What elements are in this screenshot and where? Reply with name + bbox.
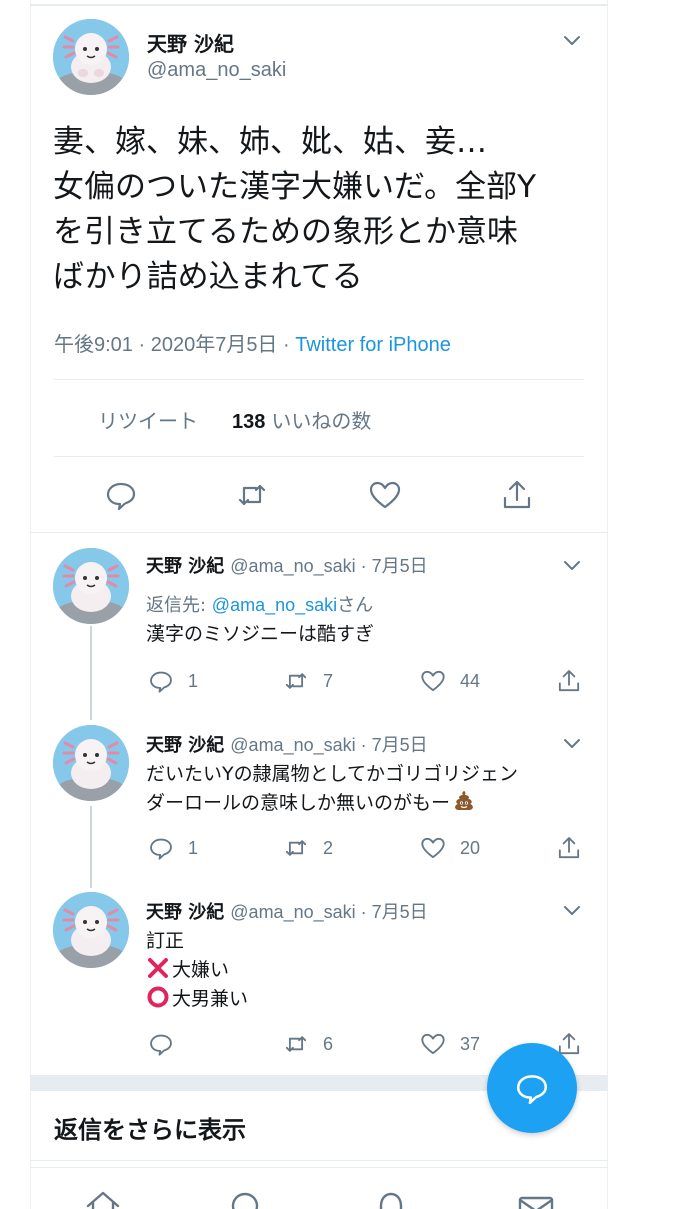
heart-icon[interactable] bbox=[420, 835, 446, 861]
retweet-action[interactable]: 7 bbox=[283, 668, 333, 694]
like-action[interactable]: 44 bbox=[420, 668, 480, 694]
heart-icon[interactable] bbox=[420, 1031, 446, 1057]
heart-icon[interactable] bbox=[420, 668, 446, 694]
retweet-icon[interactable] bbox=[283, 835, 309, 861]
reply-to: 返信先: @ama_no_sakiさん bbox=[146, 591, 373, 617]
author-name[interactable]: 天野 沙紀 bbox=[147, 28, 234, 57]
reply-avatar[interactable] bbox=[53, 892, 129, 968]
divider bbox=[30, 532, 608, 533]
retweet-icon[interactable] bbox=[235, 478, 269, 512]
pile-of-poo-icon bbox=[452, 789, 476, 813]
share-icon[interactable] bbox=[556, 668, 582, 694]
reply-author-name[interactable]: 天野 沙紀 bbox=[146, 735, 224, 756]
thread-connector bbox=[90, 806, 92, 888]
reply-meta[interactable]: @ama_no_saki · 7月5日 bbox=[230, 735, 427, 755]
divider bbox=[54, 456, 584, 457]
reply-text: 訂正 大嫌い 大男兼い bbox=[146, 927, 586, 1014]
reply-icon[interactable] bbox=[148, 835, 174, 861]
like-count: 20 bbox=[460, 837, 481, 858]
chevron-down-icon[interactable] bbox=[561, 732, 583, 754]
reply-meta[interactable]: @ama_no_saki · 7月5日 bbox=[230, 902, 427, 922]
search-icon[interactable] bbox=[226, 1188, 264, 1209]
top-divider bbox=[30, 4, 608, 6]
retweet-action[interactable]: 6 bbox=[283, 1031, 333, 1057]
share-icon[interactable] bbox=[500, 478, 534, 512]
reply-meta[interactable]: @ama_no_saki · 7月5日 bbox=[230, 556, 427, 576]
cross-mark-icon bbox=[146, 956, 170, 980]
reply-icon[interactable] bbox=[104, 478, 138, 512]
reply-icon[interactable] bbox=[148, 1031, 174, 1057]
reply-line-text: ダーロールの意味しか無いのがもー bbox=[146, 792, 451, 814]
show-more-replies-link[interactable]: 返信をさらに表示 bbox=[54, 1110, 246, 1145]
share-action[interactable] bbox=[556, 835, 582, 861]
circle-mark-icon bbox=[146, 985, 170, 1009]
likes-count[interactable]: 138 bbox=[232, 411, 265, 433]
reply-line-with-icon: 大男兼い bbox=[146, 985, 586, 1014]
share-icon[interactable] bbox=[556, 835, 582, 861]
reply-avatar[interactable] bbox=[53, 548, 129, 624]
retweets-label[interactable]: リツイート bbox=[98, 409, 198, 433]
retweet-count: 7 bbox=[323, 670, 334, 691]
share-action[interactable] bbox=[556, 668, 582, 694]
chevron-down-icon[interactable] bbox=[561, 899, 583, 921]
retweet-icon[interactable] bbox=[283, 1031, 309, 1057]
tweet-text: 妻、嫁、妹、姉、妣、姑、妾… 女偏のついた漢字大嫌いだ。全部Y を引き立てるため… bbox=[53, 124, 537, 295]
reply-action[interactable]: 1 bbox=[148, 668, 198, 694]
retweet-count: 2 bbox=[323, 837, 334, 858]
tab-bar-border bbox=[30, 1167, 608, 1168]
like-count: 44 bbox=[460, 670, 481, 691]
retweet-icon[interactable] bbox=[283, 668, 309, 694]
divider bbox=[54, 379, 584, 380]
reply-line-with-icon: 大嫌い bbox=[146, 956, 586, 985]
home-icon[interactable] bbox=[84, 1188, 122, 1209]
notifications-icon[interactable] bbox=[372, 1188, 410, 1209]
reply-to-handle[interactable]: @ama_no_saki bbox=[212, 595, 337, 615]
retweet-action[interactable]: 2 bbox=[283, 835, 333, 861]
compose-reply-button[interactable] bbox=[487, 1043, 577, 1133]
reply-line-with-emoji: ダーロールの意味しか無いのがもー bbox=[146, 789, 586, 818]
reply-text: だいたいYの隷属物としてかゴリゴリジェン ダーロールの意味しか無いのがもー bbox=[146, 760, 586, 818]
author-handle[interactable]: @ama_no_saki bbox=[147, 59, 286, 82]
reply-line-text: 大嫌い bbox=[172, 959, 230, 981]
reply-action[interactable]: 1 bbox=[148, 835, 198, 861]
reply-line: 訂正 bbox=[146, 930, 185, 952]
chevron-down-icon[interactable] bbox=[561, 554, 583, 576]
reply-author-name[interactable]: 天野 沙紀 bbox=[146, 902, 224, 923]
chevron-down-icon[interactable] bbox=[561, 29, 583, 51]
heart-icon[interactable] bbox=[368, 478, 402, 512]
reply-count: 1 bbox=[188, 670, 199, 691]
likes-label[interactable]: いいねの数 bbox=[271, 409, 371, 433]
reply-count: 1 bbox=[188, 837, 199, 858]
reply-header: 天野 沙紀 @ama_no_saki · 7月5日 bbox=[146, 731, 428, 757]
tweet-stats: リツイート 138 いいねの数 bbox=[98, 405, 371, 434]
reply-bubble-icon bbox=[516, 1075, 548, 1105]
reply-icon[interactable] bbox=[148, 668, 174, 694]
reply-action[interactable] bbox=[148, 1031, 188, 1057]
like-action[interactable]: 37 bbox=[420, 1031, 480, 1057]
tweet-source-link[interactable]: Twitter for iPhone bbox=[295, 334, 451, 356]
divider bbox=[30, 1160, 608, 1161]
reply-author-name[interactable]: 天野 沙紀 bbox=[146, 556, 224, 577]
like-action[interactable]: 20 bbox=[420, 835, 480, 861]
reply-avatar[interactable] bbox=[53, 725, 129, 801]
reply-header: 天野 沙紀 @ama_no_saki · 7月5日 bbox=[146, 552, 428, 578]
thread-connector bbox=[90, 626, 92, 720]
reply-text: 漢字のミソジニーは酷すぎ bbox=[146, 620, 586, 649]
tweet-time[interactable]: 午後9:01 · 2020年7月5日 · bbox=[54, 334, 295, 356]
reply-header: 天野 沙紀 @ama_no_saki · 7月5日 bbox=[146, 898, 428, 924]
reply-to-prefix: 返信先: bbox=[146, 595, 212, 616]
reply-line: だいたいYの隷属物としてかゴリゴリジェン bbox=[146, 763, 519, 785]
tweet-timestamp: 午後9:01 · 2020年7月5日 · Twitter for iPhone bbox=[54, 328, 451, 357]
author-avatar[interactable] bbox=[53, 19, 129, 95]
retweet-count: 6 bbox=[323, 1033, 334, 1054]
reply-to-suffix: さん bbox=[337, 595, 374, 616]
reply-line: 漢字のミソジニーは酷すぎ bbox=[146, 623, 375, 645]
reply-line-text: 大男兼い bbox=[172, 988, 249, 1010]
messages-icon[interactable] bbox=[517, 1188, 555, 1209]
like-count: 37 bbox=[460, 1033, 481, 1054]
